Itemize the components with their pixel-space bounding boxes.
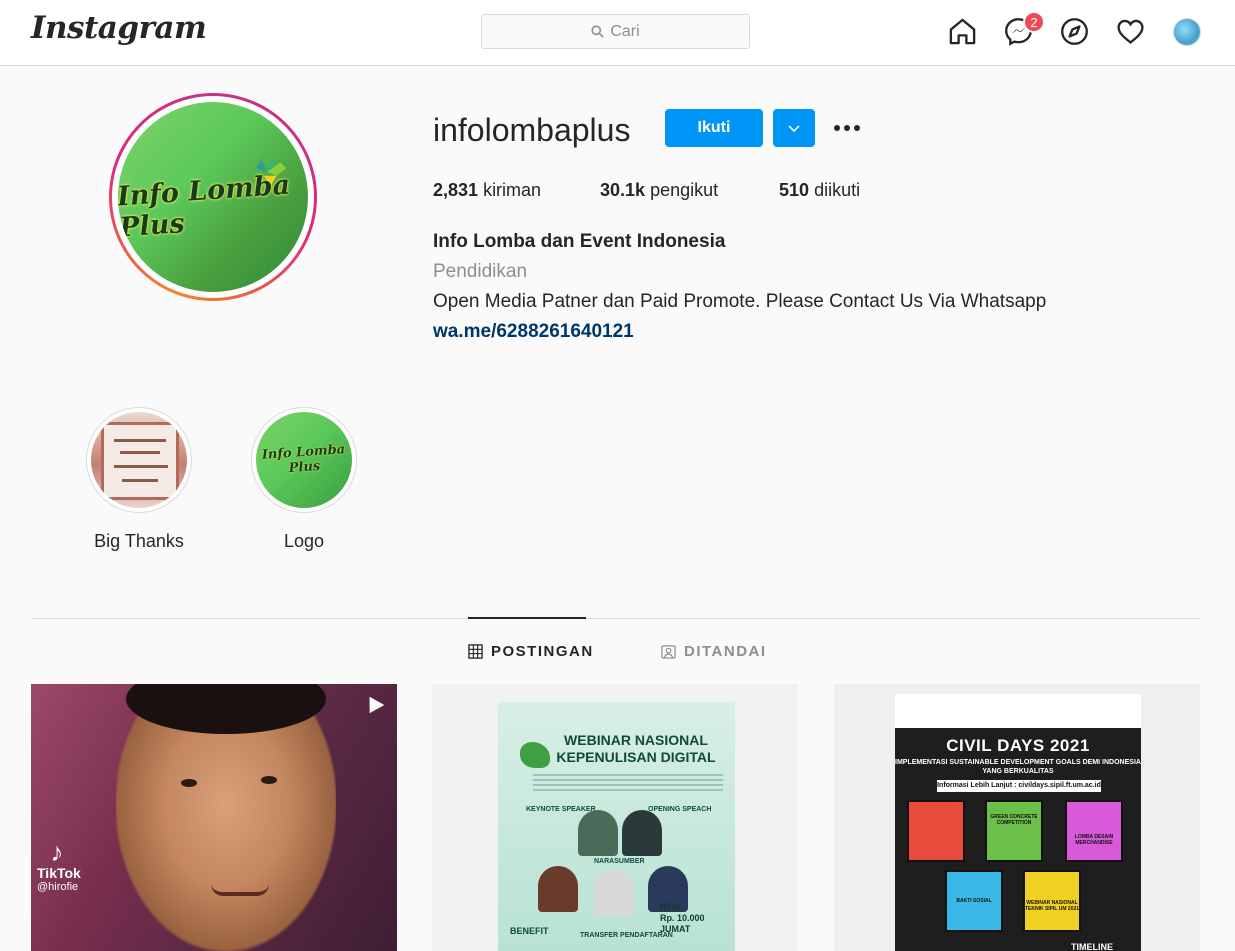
- tiktok-watermark: ♪ TikTok @hirofie: [37, 839, 81, 893]
- more-options-button[interactable]: [830, 115, 864, 141]
- poster-opening-label: OPENING SPEACH: [648, 806, 712, 813]
- top-nav: Instagram Cari 2: [0, 0, 1235, 66]
- bio-link[interactable]: wa.me/6288261640121: [433, 321, 634, 343]
- posts-count: 2,831: [433, 180, 479, 200]
- poster-benefit-label: BENEFIT: [510, 926, 549, 936]
- search-placeholder: Cari: [610, 22, 640, 40]
- speaker-photo: [578, 810, 618, 856]
- profile-stats: 2,831 kiriman 30.1k pengikut 510 diikuti: [433, 180, 860, 201]
- posts-stat: 2,831 kiriman: [433, 180, 600, 201]
- poster-tile-label: LOMBA DESAIN MERCHANDISE: [1074, 834, 1114, 846]
- highlight-cover: [91, 412, 187, 508]
- post-thumbnail[interactable]: WEBINAR NASIONAL KEPENULISAN DIGITAL KEY…: [432, 684, 798, 951]
- speaker-photo: [622, 810, 662, 856]
- followers-stat[interactable]: 30.1k pengikut: [600, 180, 779, 201]
- story-highlight-big-thanks[interactable]: Big Thanks: [86, 407, 192, 552]
- civil-days-poster: CIVIL DAYS 2021 IMPLEMENTASI SUSTAINABLE…: [895, 694, 1141, 951]
- dot-icon: [834, 125, 840, 131]
- poster-title-line1: WEBINAR NASIONAL: [564, 732, 708, 748]
- story-highlight-logo[interactable]: Info Lomba Plus Logo: [251, 407, 357, 552]
- poster-tile-label: WEBINAR NASIONAL TEKNIK SIPIL UM 2021: [1024, 900, 1080, 912]
- poster-price: Rp. 10.000: [660, 913, 705, 923]
- chevron-down-icon: [788, 125, 800, 133]
- profile-category: Pendidikan: [433, 261, 528, 282]
- profile-picture-text: Info Lomba Plus: [118, 169, 292, 244]
- follow-button[interactable]: Ikuti: [665, 109, 763, 147]
- post-thumbnail[interactable]: ♪ TikTok @hirofie: [31, 684, 397, 951]
- tab-tagged-label: DITANDAI: [684, 643, 767, 660]
- username: infolombaplus: [433, 112, 631, 148]
- tab-tagged[interactable]: DITANDAI: [661, 643, 767, 660]
- full-name: Info Lomba dan Event Indonesia: [433, 231, 726, 252]
- highlight-label: Logo: [283, 531, 325, 551]
- tab-posts[interactable]: POSTINGAN: [468, 643, 594, 660]
- poster-tile-label: BAKTI SOSIAL: [956, 898, 992, 904]
- tiktok-brand: TikTok: [37, 865, 81, 881]
- poster-info: Informasi Lebih Lanjut : civildays.sipil…: [937, 780, 1101, 792]
- tiktok-logo-icon: ♪: [50, 837, 64, 867]
- tab-posts-label: POSTINGAN: [491, 643, 594, 660]
- posts-label: kiriman: [483, 180, 542, 200]
- dot-icon: [844, 125, 850, 131]
- search-icon: [591, 25, 605, 38]
- notification-badge: 2: [1023, 11, 1045, 33]
- profile-picture: Info Lomba Plus: [118, 102, 308, 292]
- highlight-cover: Info Lomba Plus: [256, 412, 352, 508]
- poster-keynote-label: KEYNOTE SPEAKER: [526, 806, 596, 813]
- home-icon[interactable]: [947, 16, 978, 47]
- poster-htm-label: HTM: [660, 902, 680, 912]
- poster-logo-bar: [895, 694, 1141, 728]
- following-count: 510: [779, 180, 810, 200]
- poster-footer: TIMELINE: [1071, 942, 1113, 951]
- poster-tile: [985, 800, 1043, 862]
- poster-tile: [1065, 800, 1123, 862]
- heart-icon[interactable]: [1115, 16, 1146, 47]
- explore-icon[interactable]: [1059, 16, 1090, 47]
- webinar-poster: WEBINAR NASIONAL KEPENULISAN DIGITAL KEY…: [498, 702, 735, 951]
- dot-icon: [854, 125, 860, 131]
- video-icon: [369, 696, 385, 714]
- followers-count: 30.1k: [600, 180, 646, 200]
- poster-subtitle: IMPLEMENTASI SUSTAINABLE DEVELOPMENT GOA…: [895, 759, 1141, 775]
- poster-tile-label: GREEN CONCRETE COMPETITION: [990, 814, 1038, 826]
- poster-title-line2: KEPENULISAN DIGITAL: [556, 749, 716, 765]
- poster-day: JUMAT: [660, 924, 691, 934]
- tagged-icon: [661, 645, 676, 659]
- certificate-image: [101, 422, 179, 500]
- avatar: [1172, 17, 1201, 46]
- highlight-cover-text: Info Lomba Plus: [261, 442, 346, 477]
- highlight-label: Big Thanks: [94, 531, 184, 551]
- profile-avatar[interactable]: [1171, 16, 1202, 47]
- bio-text: Open Media Patner dan Paid Promote. Plea…: [433, 291, 1047, 312]
- poster-narasumber-label: NARASUMBER: [594, 858, 645, 865]
- tabs-divider: [31, 618, 1200, 619]
- grid-icon: [468, 644, 483, 659]
- followers-label: pengikut: [650, 180, 719, 200]
- active-tab-indicator: [468, 617, 586, 619]
- messenger-icon[interactable]: 2: [1003, 11, 1045, 47]
- search-input[interactable]: Cari: [481, 14, 750, 49]
- nav-icons: 2: [947, 11, 1202, 47]
- speaker-photo: [538, 866, 578, 912]
- following-label: diikuti: [814, 180, 861, 200]
- poster-transfer-label: TRANSFER PENDAFTARAN: [580, 932, 673, 939]
- following-stat[interactable]: 510 diikuti: [779, 180, 860, 201]
- poster-tile: [907, 800, 965, 862]
- profile-avatar-story-ring[interactable]: Info Lomba Plus: [109, 93, 317, 301]
- post-thumbnail[interactable]: CIVIL DAYS 2021 IMPLEMENTASI SUSTAINABLE…: [834, 684, 1200, 951]
- speaker-photo: [594, 870, 634, 916]
- suggested-accounts-button[interactable]: [773, 109, 815, 147]
- tiktok-user: @hirofie: [37, 881, 79, 893]
- instagram-logo[interactable]: Instagram: [31, 10, 207, 46]
- poster-title: CIVIL DAYS 2021: [946, 736, 1090, 755]
